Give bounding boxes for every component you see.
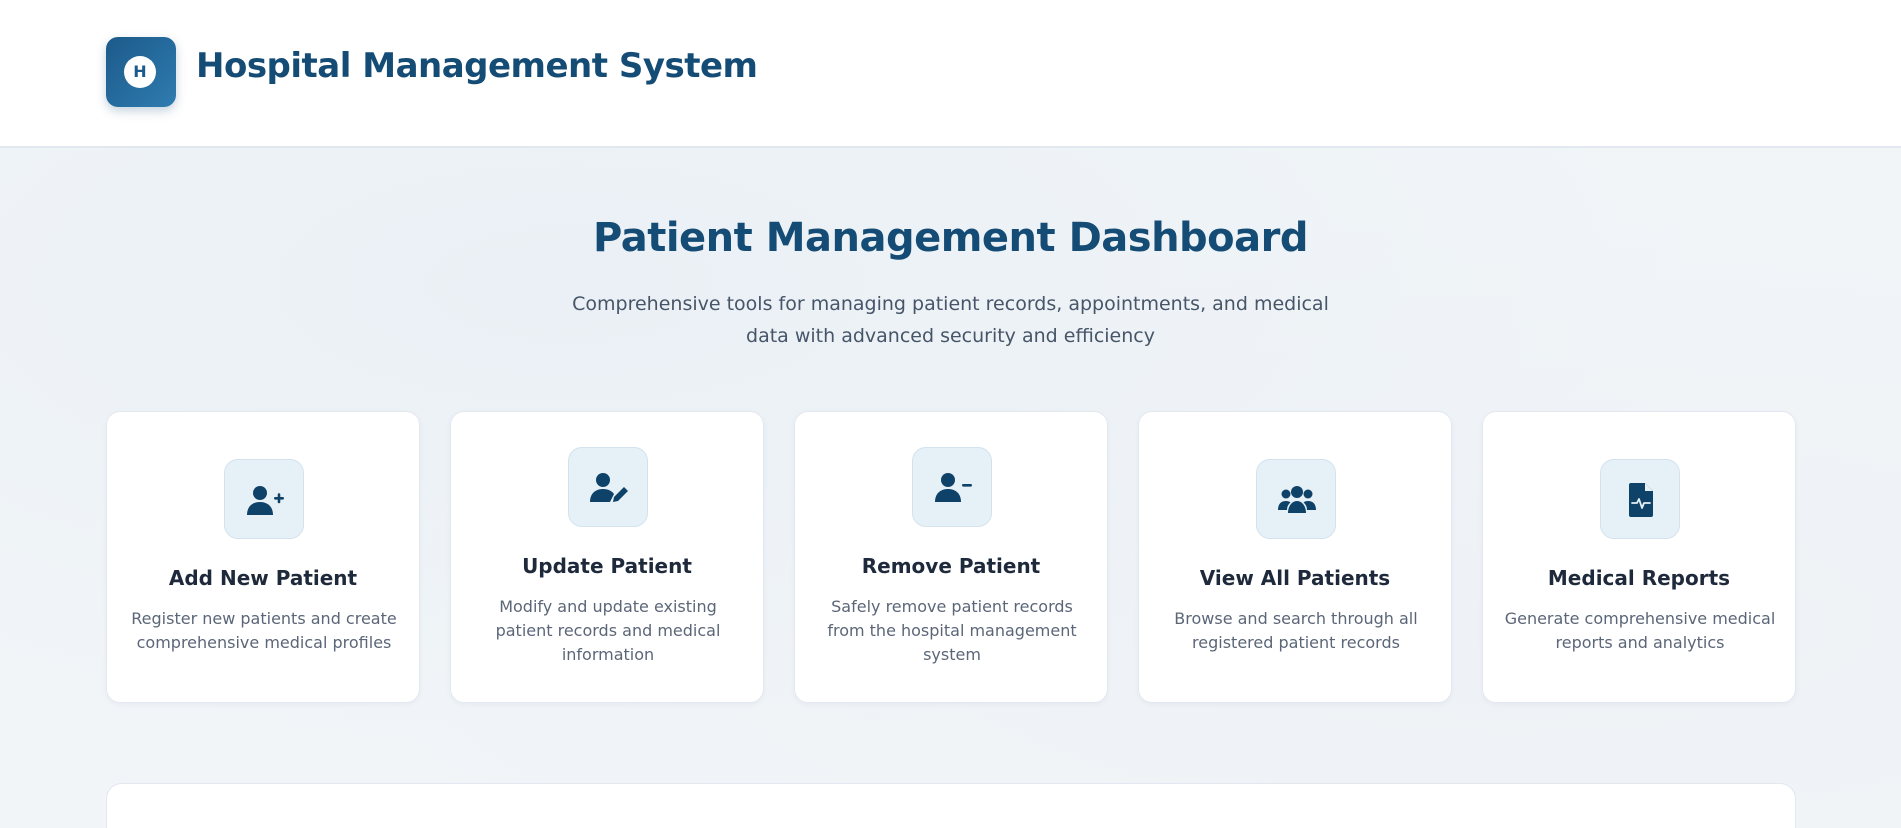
user-minus-icon <box>912 447 992 527</box>
page-subtitle: Comprehensive tools for managing patient… <box>572 293 1329 347</box>
remove-patient-card[interactable]: Remove Patient Safely remove patient rec… <box>794 411 1108 703</box>
card-description: Generate comprehensive medical reports a… <box>1504 609 1776 652</box>
card-title: Remove Patient <box>861 554 1041 578</box>
file-medical-icon <box>1600 459 1680 539</box>
add-patient-card[interactable]: Add New Patient Register new patients an… <box>106 411 420 703</box>
app-title: Hospital Management System <box>196 46 758 86</box>
update-patient-card[interactable]: Update Patient Modify and update existin… <box>450 411 764 703</box>
user-plus-icon <box>224 459 304 539</box>
card-title: Update Patient <box>522 554 692 578</box>
view-patients-card[interactable]: View All Patients Browse and search thro… <box>1138 411 1452 703</box>
page-title: Patient Management Dashboard <box>592 215 1309 261</box>
medical-reports-card[interactable]: Medical Reports Generate comprehensive m… <box>1482 411 1796 703</box>
card-description: Browse and search through all registered… <box>1174 609 1418 652</box>
card-description: Register new patients and create compreh… <box>131 609 397 652</box>
user-edit-icon <box>568 447 648 527</box>
app-header: H Hospital Management System <box>0 0 1901 148</box>
card-title: Add New Patient <box>168 566 358 590</box>
bottom-panel <box>106 783 1796 828</box>
card-description: Safely remove patient records from the h… <box>827 597 1077 664</box>
card-description: Modify and update existing patient recor… <box>495 597 721 664</box>
card-title: View All Patients <box>1199 566 1391 590</box>
card-title: Medical Reports <box>1547 566 1731 590</box>
users-icon <box>1256 459 1336 539</box>
logo-letter: H <box>124 56 156 88</box>
hospital-logo[interactable]: H <box>106 37 176 107</box>
